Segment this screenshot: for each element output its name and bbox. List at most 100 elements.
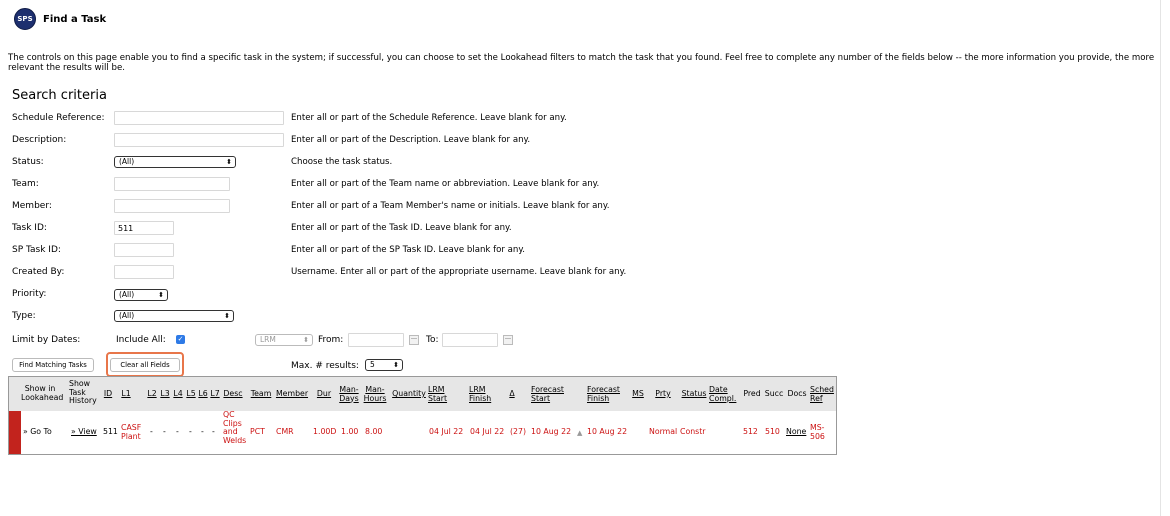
help-status: Choose the task status. [291,157,393,167]
th-id[interactable]: ID [102,389,114,399]
th-man-days[interactable]: Man-Days [338,385,360,403]
description-input[interactable] [114,133,284,147]
cell-l3: - [163,427,166,436]
cell-team: PCT [250,427,265,436]
priority-select[interactable]: (All) ⬍ [114,289,168,301]
th-l4[interactable]: L4 [172,389,184,399]
sps-logo: SPS [14,8,36,30]
select-arrows-icon: ⬍ [224,312,230,320]
cell-succ[interactable]: 510 [765,427,780,437]
cell-forecast-finish: 10 Aug 22 [587,427,628,436]
label-priority: Priority: [12,289,47,299]
cell-l7: - [212,427,215,436]
th-delta[interactable]: Δ [507,389,517,399]
status-select[interactable]: (All) ⬍ [114,156,236,168]
label-type: Type: [12,311,36,321]
th-prty[interactable]: Prty [652,389,674,399]
th-docs: Docs [787,389,807,398]
th-ms[interactable]: MS [631,389,645,399]
cell-status: Constr [680,427,706,436]
intro-text: The controls on this page enable you to … [8,53,1155,73]
task-id-input[interactable]: 511 [114,221,174,235]
cell-forecast-start: 10 Aug 22 [531,427,572,436]
cell-docs[interactable]: None [786,427,806,437]
help-description: Enter all or part of the Description. Le… [291,135,531,145]
label-from: From: [318,335,344,345]
created-by-input[interactable] [114,265,174,279]
label-member: Member: [12,201,52,211]
label-sp-task-id: SP Task ID: [12,245,61,255]
label-max-results: Max. # results: [291,361,359,371]
th-lrm-finish[interactable]: LRM Finish [469,385,497,403]
select-arrows-icon: ⬍ [303,336,309,344]
th-l2[interactable]: L2 [146,389,158,399]
th-l5[interactable]: L5 [185,389,197,399]
label-description: Description: [12,135,67,145]
from-calendar-icon[interactable] [409,335,419,345]
th-status[interactable]: Status [680,389,708,399]
priority-select-value: (All) [119,290,135,299]
th-lrm-start[interactable]: LRM Start [428,385,452,403]
date-type-value: LRM [260,335,276,344]
th-quantity[interactable]: Quantity [390,389,428,399]
to-calendar-icon[interactable] [503,335,513,345]
team-input[interactable] [114,177,230,191]
th-l7[interactable]: L7 [209,389,221,399]
cell-man-hours: 8.00 [365,427,383,436]
th-show-task-history: Show Task History [69,379,97,405]
th-team[interactable]: Team [249,389,273,399]
help-member: Enter all or part of a Team Member's nam… [291,201,610,211]
find-matching-tasks-button[interactable]: Find Matching Tasks [12,358,94,372]
th-date-compl[interactable]: Date Compl. [709,385,741,403]
triangle-up-icon: ▲ [577,429,583,437]
highlight-clear-button [106,352,184,377]
lookahead-link[interactable]: » Go To [23,427,52,437]
to-date-input[interactable] [442,333,498,347]
select-arrows-icon: ⬍ [226,158,232,166]
label-limit-by-dates: Limit by Dates: [12,335,81,345]
table-row: » Go To » View 511 CASF Plant - - - - - … [9,410,836,454]
cell-man-days: 1.00 [341,427,359,436]
from-date-input[interactable] [348,333,404,347]
page-header: SPS Find a Task [14,8,106,30]
th-desc[interactable]: Desc [222,389,244,399]
help-schedule-reference: Enter all or part of the Schedule Refere… [291,113,567,123]
schedule-reference-input[interactable] [114,111,284,125]
results-header: Show in Lookahead Show Task History ID L… [9,377,836,411]
th-succ: Succ [764,389,784,398]
member-input[interactable] [114,199,230,213]
help-created-by: Username. Enter all or part of the appro… [291,267,627,277]
cell-pred[interactable]: 512 [743,427,758,437]
cell-l1: CASF Plant [121,423,142,441]
th-forecast-finish[interactable]: Forecast Finish [587,385,627,403]
cell-l6: - [201,427,204,436]
th-forecast-start[interactable]: Forecast Start [531,385,571,403]
cell-dur: 1.00D [313,427,337,436]
sp-task-id-input[interactable] [114,243,174,257]
th-dur[interactable]: Dur [314,389,334,399]
type-select[interactable]: (All) ⬍ [114,310,234,322]
type-select-value: (All) [119,311,135,320]
include-all-checkbox[interactable]: ✓ [176,335,185,344]
label-to: To: [426,335,439,345]
th-member[interactable]: Member [274,389,310,399]
cell-sched-ref: MS-506 [810,423,825,441]
select-arrows-icon: ⬍ [158,291,164,299]
max-results-value: 5 [370,360,375,369]
th-sched-ref[interactable]: Sched Ref [810,385,836,403]
label-team: Team: [12,179,39,189]
date-type-select[interactable]: LRM ⬍ [255,334,313,346]
th-man-hours[interactable]: Man-Hours [362,385,388,403]
help-team: Enter all or part of the Team name or ab… [291,179,600,189]
th-show-in-lookahead: Show in Lookahead [21,384,64,402]
cell-prty: Normal [649,427,678,436]
th-l3[interactable]: L3 [159,389,171,399]
help-sp-task-id: Enter all or part of the SP Task ID. Lea… [291,245,525,255]
max-results-select[interactable]: 5 ⬍ [365,359,403,371]
help-task-id: Enter all or part of the Task ID. Leave … [291,223,512,233]
th-l6[interactable]: L6 [197,389,209,399]
select-arrows-icon: ⬍ [393,361,399,369]
cell-id: 511 [103,427,118,436]
history-link[interactable]: » View [71,427,97,437]
th-l1[interactable]: L1 [120,389,132,399]
